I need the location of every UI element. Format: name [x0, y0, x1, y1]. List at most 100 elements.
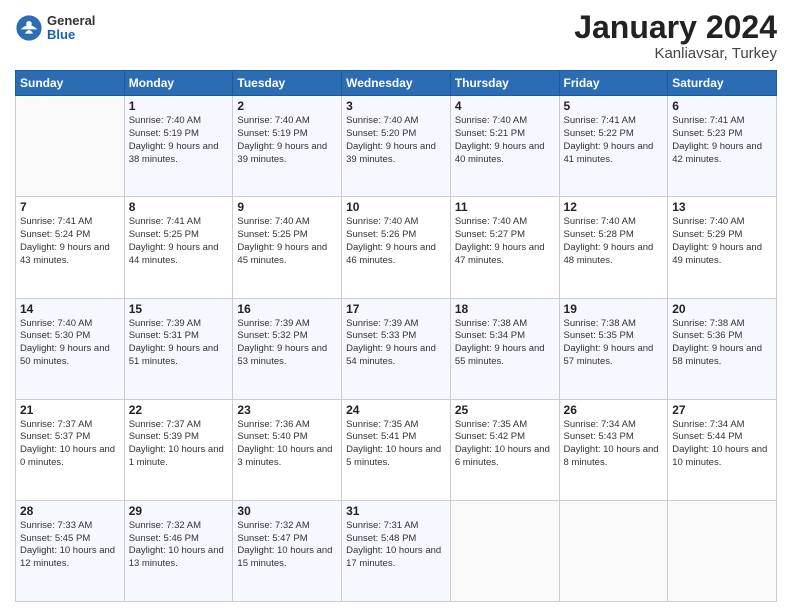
day-number: 9: [237, 200, 337, 214]
calendar-cell: 6 Sunrise: 7:41 AMSunset: 5:23 PMDaylight…: [668, 96, 777, 197]
calendar-cell: 18 Sunrise: 7:38 AMSunset: 5:34 PMDayligh…: [450, 298, 559, 399]
day-number: 29: [129, 504, 229, 518]
calendar-cell: 15Sunrise: 7:39 AMSunset: 5:31 PMDayligh…: [124, 298, 233, 399]
day-info: Sunrise: 7:39 AMSunset: 5:31 PMDaylight:…: [129, 318, 229, 369]
day-info: Sunrise: 7:41 AMSunset: 5:23 PMDaylight:…: [672, 115, 772, 166]
col-monday: Monday: [124, 71, 233, 96]
col-saturday: Saturday: [668, 71, 777, 96]
calendar-week-3: 21 Sunrise: 7:37 AMSunset: 5:37 PMDayligh…: [16, 399, 777, 500]
calendar-cell: 29Sunrise: 7:32 AMSunset: 5:46 PMDayligh…: [124, 500, 233, 601]
day-number: 12: [564, 200, 664, 214]
calendar-week-4: 28Sunrise: 7:33 AMSunset: 5:45 PMDayligh…: [16, 500, 777, 601]
day-number: 18: [455, 302, 555, 316]
calendar-cell: [450, 500, 559, 601]
day-number: 3: [346, 99, 446, 113]
day-info: Sunrise: 7:38 AMSunset: 5:36 PMDaylight:…: [672, 318, 772, 369]
day-info: Sunrise: 7:40 AMSunset: 5:27 PMDaylight:…: [455, 216, 555, 267]
day-info: Sunrise: 7:39 AMSunset: 5:33 PMDaylight:…: [346, 318, 446, 369]
calendar-cell: [559, 500, 668, 601]
calendar-cell: 23Sunrise: 7:36 AMSunset: 5:40 PMDayligh…: [233, 399, 342, 500]
day-number: 11: [455, 200, 555, 214]
calendar-cell: 11 Sunrise: 7:40 AMSunset: 5:27 PMDayligh…: [450, 197, 559, 298]
day-info: Sunrise: 7:38 AMSunset: 5:34 PMDaylight:…: [455, 318, 555, 369]
calendar-cell: [668, 500, 777, 601]
calendar-cell: 25Sunrise: 7:35 AMSunset: 5:42 PMDayligh…: [450, 399, 559, 500]
day-info: Sunrise: 7:41 AMSunset: 5:24 PMDaylight:…: [20, 216, 120, 267]
calendar-cell: 5 Sunrise: 7:41 AMSunset: 5:22 PMDaylight…: [559, 96, 668, 197]
day-info: Sunrise: 7:37 AMSunset: 5:37 PMDaylight:…: [20, 419, 120, 470]
calendar-cell: 22Sunrise: 7:37 AMSunset: 5:39 PMDayligh…: [124, 399, 233, 500]
calendar-cell: 3 Sunrise: 7:40 AMSunset: 5:20 PMDaylight…: [342, 96, 451, 197]
location-title: Kanliavsar, Turkey: [574, 45, 777, 62]
month-year-title: January 2024: [574, 10, 777, 45]
day-info: Sunrise: 7:39 AMSunset: 5:32 PMDaylight:…: [237, 318, 337, 369]
col-tuesday: Tuesday: [233, 71, 342, 96]
day-info: Sunrise: 7:38 AMSunset: 5:35 PMDaylight:…: [564, 318, 664, 369]
day-info: Sunrise: 7:31 AMSunset: 5:48 PMDaylight:…: [346, 520, 446, 571]
calendar-header: Sunday Monday Tuesday Wednesday Thursday…: [16, 71, 777, 96]
day-info: Sunrise: 7:40 AMSunset: 5:19 PMDaylight:…: [129, 115, 229, 166]
day-info: Sunrise: 7:40 AMSunset: 5:25 PMDaylight:…: [237, 216, 337, 267]
calendar-cell: 17Sunrise: 7:39 AMSunset: 5:33 PMDayligh…: [342, 298, 451, 399]
col-sunday: Sunday: [16, 71, 125, 96]
day-number: 4: [455, 99, 555, 113]
day-info: Sunrise: 7:40 AMSunset: 5:20 PMDaylight:…: [346, 115, 446, 166]
calendar-cell: 14Sunrise: 7:40 AMSunset: 5:30 PMDayligh…: [16, 298, 125, 399]
day-info: Sunrise: 7:40 AMSunset: 5:26 PMDaylight:…: [346, 216, 446, 267]
day-number: 27: [672, 403, 772, 417]
col-thursday: Thursday: [450, 71, 559, 96]
calendar-cell: 9 Sunrise: 7:40 AMSunset: 5:25 PMDaylight…: [233, 197, 342, 298]
calendar-body: 1 Sunrise: 7:40 AMSunset: 5:19 PMDaylight…: [16, 96, 777, 602]
logo-general: General: [47, 14, 95, 28]
logo-icon: [15, 14, 43, 42]
day-number: 2: [237, 99, 337, 113]
day-info: Sunrise: 7:41 AMSunset: 5:22 PMDaylight:…: [564, 115, 664, 166]
page: General Blue January 2024 Kanliavsar, Tu…: [0, 0, 792, 612]
day-number: 6: [672, 99, 772, 113]
day-number: 24: [346, 403, 446, 417]
day-info: Sunrise: 7:40 AMSunset: 5:21 PMDaylight:…: [455, 115, 555, 166]
day-info: Sunrise: 7:32 AMSunset: 5:47 PMDaylight:…: [237, 520, 337, 571]
day-info: Sunrise: 7:34 AMSunset: 5:44 PMDaylight:…: [672, 419, 772, 470]
calendar-week-1: 7 Sunrise: 7:41 AMSunset: 5:24 PMDaylight…: [16, 197, 777, 298]
day-number: 26: [564, 403, 664, 417]
calendar-week-2: 14Sunrise: 7:40 AMSunset: 5:30 PMDayligh…: [16, 298, 777, 399]
calendar-cell: 12 Sunrise: 7:40 AMSunset: 5:28 PMDayligh…: [559, 197, 668, 298]
day-number: 31: [346, 504, 446, 518]
day-info: Sunrise: 7:40 AMSunset: 5:19 PMDaylight:…: [237, 115, 337, 166]
day-info: Sunrise: 7:36 AMSunset: 5:40 PMDaylight:…: [237, 419, 337, 470]
day-info: Sunrise: 7:41 AMSunset: 5:25 PMDaylight:…: [129, 216, 229, 267]
calendar-cell: 16Sunrise: 7:39 AMSunset: 5:32 PMDayligh…: [233, 298, 342, 399]
calendar-cell: 8Sunrise: 7:41 AMSunset: 5:25 PMDaylight…: [124, 197, 233, 298]
day-number: 30: [237, 504, 337, 518]
calendar-cell: [16, 96, 125, 197]
day-number: 7: [20, 200, 120, 214]
day-info: Sunrise: 7:37 AMSunset: 5:39 PMDaylight:…: [129, 419, 229, 470]
day-info: Sunrise: 7:40 AMSunset: 5:30 PMDaylight:…: [20, 318, 120, 369]
calendar-cell: 28Sunrise: 7:33 AMSunset: 5:45 PMDayligh…: [16, 500, 125, 601]
day-info: Sunrise: 7:33 AMSunset: 5:45 PMDaylight:…: [20, 520, 120, 571]
calendar-week-0: 1 Sunrise: 7:40 AMSunset: 5:19 PMDaylight…: [16, 96, 777, 197]
day-number: 5: [564, 99, 664, 113]
calendar-cell: 26 Sunrise: 7:34 AMSunset: 5:43 PMDayligh…: [559, 399, 668, 500]
day-info: Sunrise: 7:35 AMSunset: 5:42 PMDaylight:…: [455, 419, 555, 470]
calendar-cell: 20Sunrise: 7:38 AMSunset: 5:36 PMDayligh…: [668, 298, 777, 399]
title-block: January 2024 Kanliavsar, Turkey: [574, 10, 777, 62]
calendar-cell: 2 Sunrise: 7:40 AMSunset: 5:19 PMDaylight…: [233, 96, 342, 197]
calendar-cell: 27 Sunrise: 7:34 AMSunset: 5:44 PMDayligh…: [668, 399, 777, 500]
day-number: 10: [346, 200, 446, 214]
calendar-cell: 30 Sunrise: 7:32 AMSunset: 5:47 PMDayligh…: [233, 500, 342, 601]
day-number: 13: [672, 200, 772, 214]
calendar-cell: 21 Sunrise: 7:37 AMSunset: 5:37 PMDayligh…: [16, 399, 125, 500]
calendar-cell: 10 Sunrise: 7:40 AMSunset: 5:26 PMDayligh…: [342, 197, 451, 298]
day-number: 21: [20, 403, 120, 417]
col-friday: Friday: [559, 71, 668, 96]
calendar-cell: 31 Sunrise: 7:31 AMSunset: 5:48 PMDayligh…: [342, 500, 451, 601]
day-info: Sunrise: 7:40 AMSunset: 5:29 PMDaylight:…: [672, 216, 772, 267]
logo-text: General Blue: [47, 14, 95, 43]
day-info: Sunrise: 7:34 AMSunset: 5:43 PMDaylight:…: [564, 419, 664, 470]
day-info: Sunrise: 7:40 AMSunset: 5:28 PMDaylight:…: [564, 216, 664, 267]
calendar-cell: 4 Sunrise: 7:40 AMSunset: 5:21 PMDaylight…: [450, 96, 559, 197]
calendar-cell: 1 Sunrise: 7:40 AMSunset: 5:19 PMDaylight…: [124, 96, 233, 197]
day-number: 1: [129, 99, 229, 113]
